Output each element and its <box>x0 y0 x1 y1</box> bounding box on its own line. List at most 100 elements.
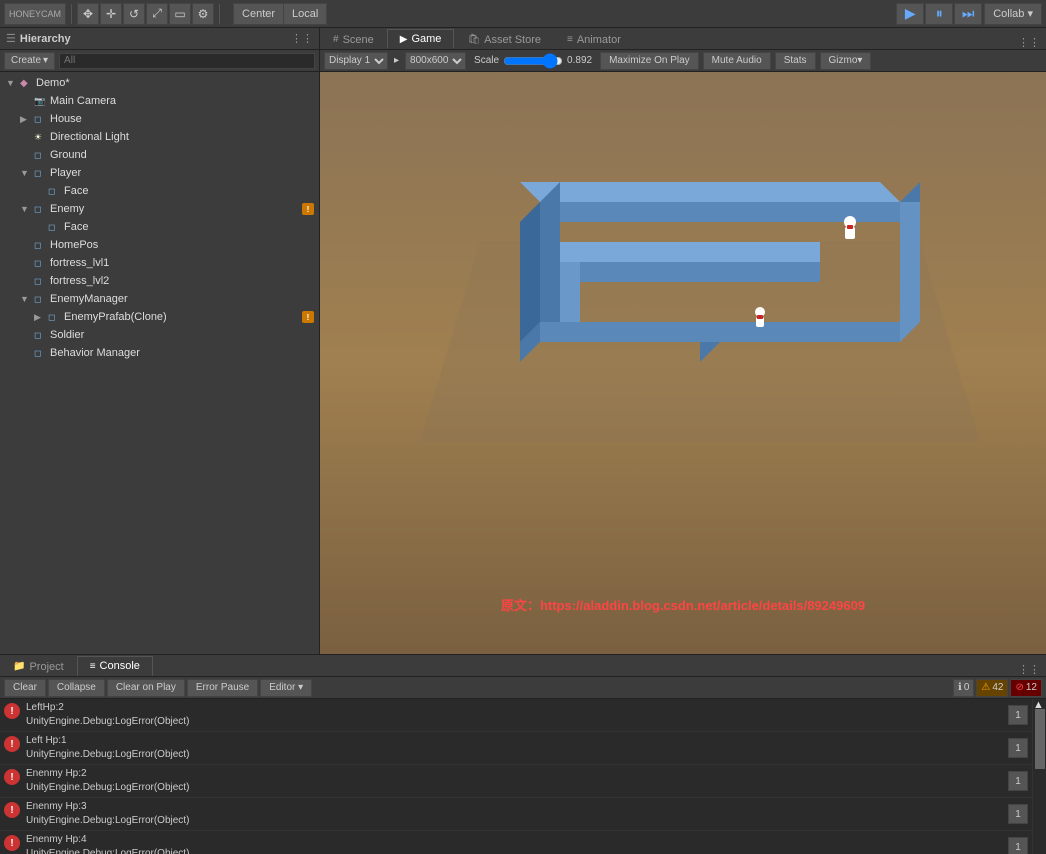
hand-tool[interactable]: ✥ <box>77 3 99 25</box>
maximize-on-play-btn[interactable]: Maximize On Play <box>600 52 699 70</box>
hierarchy-item-face-1[interactable]: ◻ Face <box>0 182 319 200</box>
tabs-menu[interactable]: ⋮⋮ <box>1012 36 1046 49</box>
tab-animator[interactable]: ≡ Animator <box>554 29 634 49</box>
game-canvas: 原文：https://aladdin.blog.csdn.net/article… <box>320 72 1046 654</box>
main-layout: ☰ Hierarchy ⋮⋮ Create ▾ ▼ ◆ Demo* 📷 <box>0 28 1046 654</box>
house-icon: ◻ <box>34 114 48 125</box>
scale-slider[interactable] <box>503 55 563 67</box>
create-button[interactable]: Create ▾ <box>4 52 55 70</box>
stats-btn[interactable]: Stats <box>775 52 816 70</box>
label-enemy-manager: EnemyManager <box>50 293 128 305</box>
label-soldier: Soldier <box>50 329 84 341</box>
play-controls: ▶ ⏸ ⏭ <box>896 3 982 25</box>
tab-console-label: Console <box>100 660 140 672</box>
hierarchy-item-enemy-manager[interactable]: ▼ ◻ EnemyManager <box>0 290 319 308</box>
mute-audio-btn[interactable]: Mute Audio <box>703 52 771 70</box>
hierarchy-item-ground[interactable]: ◻ Ground <box>0 146 319 164</box>
hierarchy-item-main-camera[interactable]: 📷 Main Camera <box>0 92 319 110</box>
label-face-1: Face <box>64 185 88 197</box>
hierarchy-item-face-2[interactable]: ◻ Face <box>0 218 319 236</box>
hierarchy-item-fortress1[interactable]: ◻ fortress_lvl1 <box>0 254 319 272</box>
bottom-tabs-menu[interactable]: ⋮⋮ <box>1012 663 1046 676</box>
clear-button[interactable]: Clear <box>4 679 46 697</box>
bottom-tabs-bar: 📁 Project ≡ Console ⋮⋮ <box>0 655 1046 677</box>
player-icon: ◻ <box>34 168 48 179</box>
scroll-up-btn[interactable]: ▲ <box>1033 699 1046 707</box>
console-tab-icon: ≡ <box>90 661 96 672</box>
scene-root[interactable]: ▼ ◆ Demo* <box>0 74 319 92</box>
hierarchy-item-fortress2[interactable]: ◻ fortress_lvl2 <box>0 272 319 290</box>
asset-store-tab-icon: 🛍 <box>467 34 480 45</box>
scroll-thumb[interactable] <box>1035 709 1045 769</box>
log-line1-5: Enenmy Hp:4 <box>26 833 1004 847</box>
scale-tool[interactable]: ⤢ <box>146 3 168 25</box>
hierarchy-item-house[interactable]: ▶ ◻ House <box>0 110 319 128</box>
collab-button[interactable]: Collab ▾ <box>984 3 1042 25</box>
arrow-enemy-prefab: ▶ <box>34 312 48 323</box>
hierarchy-item-behavior-manager[interactable]: ◻ Behavior Manager <box>0 344 319 362</box>
label-fortress1: fortress_lvl1 <box>50 257 109 269</box>
log-line2-1: UnityEngine.Debug:LogError(Object) <box>26 715 1004 729</box>
log-entry-2[interactable]: ! Left Hp:1 UnityEngine.Debug:LogError(O… <box>0 732 1032 765</box>
tab-scene[interactable]: # Scene <box>320 29 387 49</box>
rect-tool[interactable]: ▭ <box>169 3 191 25</box>
multi-tool[interactable]: ⚙ <box>192 3 214 25</box>
collapse-button[interactable]: Collapse <box>48 679 105 697</box>
clear-on-play-button[interactable]: Clear on Play <box>107 679 185 697</box>
center-local-toggle[interactable]: Center Local <box>233 3 327 25</box>
play-button[interactable]: ▶ <box>896 3 924 25</box>
enemy-manager-icon: ◻ <box>34 294 48 305</box>
rotate-tool[interactable]: ↺ <box>123 3 145 25</box>
fortress1-icon: ◻ <box>34 258 48 269</box>
log-entry-4[interactable]: ! Enenmy Hp:3 UnityEngine.Debug:LogError… <box>0 798 1032 831</box>
separator-1 <box>71 4 72 24</box>
scale-label: Scale <box>474 55 499 66</box>
tab-project-label: Project <box>29 661 63 673</box>
log-text-4: Enenmy Hp:3 UnityEngine.Debug:LogError(O… <box>26 800 1004 828</box>
watermark: 原文：https://aladdin.blog.csdn.net/article… <box>501 595 865 614</box>
tab-asset-store[interactable]: 🛍 Asset Store <box>454 29 554 49</box>
log-count-4: 1 <box>1008 804 1028 824</box>
error-pause-button[interactable]: Error Pause <box>187 679 258 697</box>
log-container: ! LeftHp:2 UnityEngine.Debug:LogError(Ob… <box>0 699 1046 854</box>
log-entry-5[interactable]: ! Enenmy Hp:4 UnityEngine.Debug:LogError… <box>0 831 1032 854</box>
hierarchy-item-enemy-prefab[interactable]: ▶ ◻ EnemyPrafab(Clone) ! <box>0 308 319 326</box>
tab-console[interactable]: ≡ Console <box>77 656 153 676</box>
console-badge-area: ℹ 0 ⚠ 42 ⊘ 12 <box>953 679 1042 697</box>
log-line1-4: Enenmy Hp:3 <box>26 800 1004 814</box>
hierarchy-item-player[interactable]: ▼ ◻ Player <box>0 164 319 182</box>
homepos-icon: ◻ <box>34 240 48 251</box>
log-entry-3[interactable]: ! Enenmy Hp:2 UnityEngine.Debug:LogError… <box>0 765 1032 798</box>
tab-game[interactable]: ▶ Game <box>387 29 455 49</box>
tab-project[interactable]: 📁 Project <box>0 656 77 676</box>
center-label[interactable]: Center <box>234 4 284 24</box>
hierarchy-item-homepos[interactable]: ◻ HomePos <box>0 236 319 254</box>
log-line2-4: UnityEngine.Debug:LogError(Object) <box>26 814 1004 828</box>
gizmos-btn[interactable]: Gizmo ▾ <box>820 52 872 70</box>
move-tool[interactable]: ✛ <box>100 3 122 25</box>
log-text-3: Enenmy Hp:2 UnityEngine.Debug:LogError(O… <box>26 767 1004 795</box>
editor-button[interactable]: Editor ▾ <box>260 679 312 697</box>
hierarchy-item-soldier[interactable]: ◻ Soldier <box>0 326 319 344</box>
top-toolbar: HONEYCAM ✥ ✛ ↺ ⤢ ▭ ⚙ Center Local ▶ ⏸ ⏭ … <box>0 0 1046 28</box>
hierarchy-item-enemy[interactable]: ▼ ◻ Enemy ! <box>0 200 319 218</box>
log-scrollbar[interactable]: ▲ <box>1032 699 1046 854</box>
hierarchy-icon: ☰ <box>6 32 16 45</box>
arrow-player: ▼ <box>20 168 34 178</box>
hierarchy-menu[interactable]: ⋮⋮ <box>291 32 313 45</box>
pause-button[interactable]: ⏸ <box>925 3 953 25</box>
hierarchy-search[interactable] <box>59 53 315 69</box>
step-button[interactable]: ⏭ <box>954 3 982 25</box>
tab-animator-label: Animator <box>577 34 621 46</box>
log-entry-1[interactable]: ! LeftHp:2 UnityEngine.Debug:LogError(Ob… <box>0 699 1032 732</box>
game-toolbar: Display 1 ▸ 800x600 Scale 0.892 Maximize… <box>320 50 1046 72</box>
log-line2-5: UnityEngine.Debug:LogError(Object) <box>26 847 1004 854</box>
log-area: ! LeftHp:2 UnityEngine.Debug:LogError(Ob… <box>0 699 1032 854</box>
local-label[interactable]: Local <box>284 4 326 24</box>
display-select[interactable]: Display 1 <box>324 52 388 70</box>
scene-tab-icon: # <box>333 34 339 45</box>
hierarchy-item-directional-light[interactable]: ☀ Directional Light <box>0 128 319 146</box>
tab-asset-store-label: Asset Store <box>484 34 541 46</box>
badge-warning: ⚠ 42 <box>976 679 1008 697</box>
resolution-select[interactable]: 800x600 <box>405 52 466 70</box>
